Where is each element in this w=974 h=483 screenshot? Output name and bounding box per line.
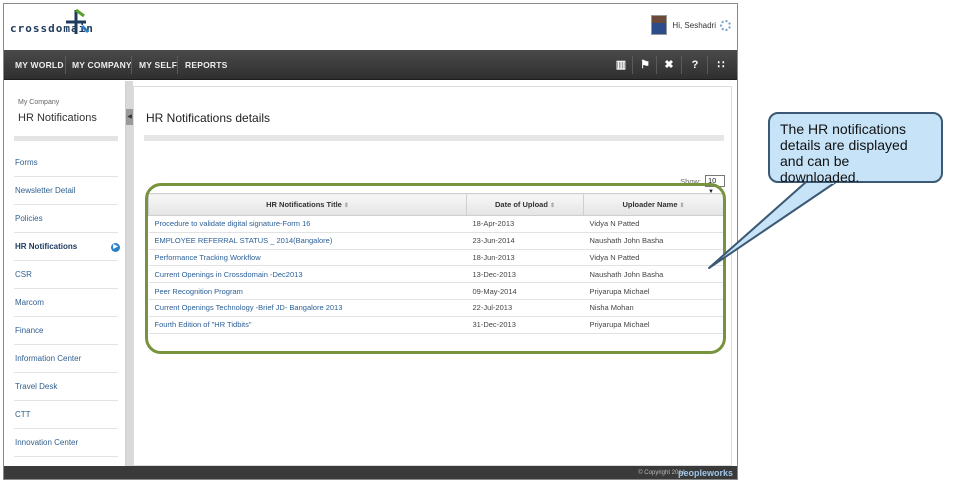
nav-divider bbox=[656, 56, 657, 74]
gear-icon[interactable] bbox=[720, 19, 731, 31]
sidebar-divider bbox=[14, 136, 118, 141]
sidebar-item-label: Innovation Center bbox=[15, 438, 79, 447]
greeting-text: Hi, Seshadri bbox=[672, 20, 716, 30]
sidebar-item-label: Newsletter Detail bbox=[15, 186, 76, 195]
sidebar-item-newsletter-detail[interactable]: Newsletter Detail bbox=[14, 177, 118, 205]
sidebar-collapse-bar[interactable]: ◀ bbox=[126, 81, 133, 466]
sidebar-item-label: Forms bbox=[15, 158, 38, 167]
sidebar-item-finance[interactable]: Finance bbox=[14, 317, 118, 345]
sidebar-item-label: Policies bbox=[15, 214, 43, 223]
nav-divider bbox=[632, 56, 633, 74]
avatar[interactable] bbox=[651, 15, 668, 35]
top-header: crossdomain Hi, Seshadri bbox=[4, 4, 737, 50]
nav-divider bbox=[65, 56, 66, 74]
sidebar-title: HR Notifications bbox=[18, 112, 97, 124]
sidebar: My Company HR Notifications Forms Newsle… bbox=[4, 81, 126, 466]
table-highlight-outline bbox=[145, 183, 726, 354]
nav-my-company[interactable]: MY COMPANY bbox=[72, 50, 132, 80]
tools-icon[interactable]: ✖ bbox=[662, 57, 676, 73]
sidebar-item-forms[interactable]: Forms bbox=[14, 149, 118, 177]
sidebar-item-policies[interactable]: Policies bbox=[14, 205, 118, 233]
sidebar-item-marcom[interactable]: Marcom bbox=[14, 289, 118, 317]
page-title: HR Notifications details bbox=[146, 111, 271, 125]
title-divider bbox=[144, 135, 724, 141]
user-area: Hi, Seshadri bbox=[651, 14, 731, 36]
nav-my-world[interactable]: MY WORLD bbox=[15, 50, 64, 80]
flag-icon[interactable]: ⚑ bbox=[638, 57, 652, 73]
sidebar-item-label: CTT bbox=[15, 410, 31, 419]
sidebar-item-label: CSR bbox=[15, 270, 32, 279]
sidebar-item-label: Travel Desk bbox=[15, 382, 58, 391]
chevron-left-icon[interactable]: ◀ bbox=[126, 109, 133, 125]
sidebar-item-information-center[interactable]: Information Center bbox=[14, 345, 118, 373]
nav-reports[interactable]: REPORTS bbox=[185, 50, 228, 80]
help-icon[interactable]: ? bbox=[688, 57, 702, 73]
brand-logo: peopleworks bbox=[677, 468, 733, 478]
book-icon[interactable]: ▥ bbox=[614, 57, 628, 73]
sidebar-item-label: Finance bbox=[15, 326, 44, 335]
callout-note: The HR notifications details are display… bbox=[768, 112, 943, 185]
chevron-right-icon: ▶ bbox=[111, 243, 120, 252]
nav-divider bbox=[131, 56, 132, 74]
share-icon[interactable]: ∷ bbox=[714, 57, 728, 73]
logo-cross-icon bbox=[66, 8, 90, 34]
nav-divider bbox=[177, 56, 178, 74]
footer: © Copyright 2014 peopleworks bbox=[4, 466, 737, 479]
sidebar-item-travel-desk[interactable]: Travel Desk bbox=[14, 373, 118, 401]
sidebar-section-label: My Company bbox=[18, 99, 60, 106]
sidebar-item-innovation-center[interactable]: Innovation Center bbox=[14, 429, 118, 457]
sidebar-item-label: Information Center bbox=[15, 354, 82, 363]
sidebar-item-hr-notifications[interactable]: HR Notifications ▶ bbox=[14, 233, 120, 261]
sidebar-item-label: Marcom bbox=[15, 298, 44, 307]
sidebar-item-ctt[interactable]: CTT bbox=[14, 401, 118, 429]
main-navbar: MY WORLD MY COMPANY MY SELF REPORTS ▥ ⚑ … bbox=[4, 50, 737, 80]
sidebar-item-csr[interactable]: CSR bbox=[14, 261, 118, 289]
sidebar-item-label: HR Notifications bbox=[15, 242, 78, 251]
nav-divider bbox=[707, 56, 708, 74]
nav-divider bbox=[681, 56, 682, 74]
callout-text: The HR notifications details are display… bbox=[780, 121, 908, 185]
nav-my-self[interactable]: MY SELF bbox=[139, 50, 177, 80]
